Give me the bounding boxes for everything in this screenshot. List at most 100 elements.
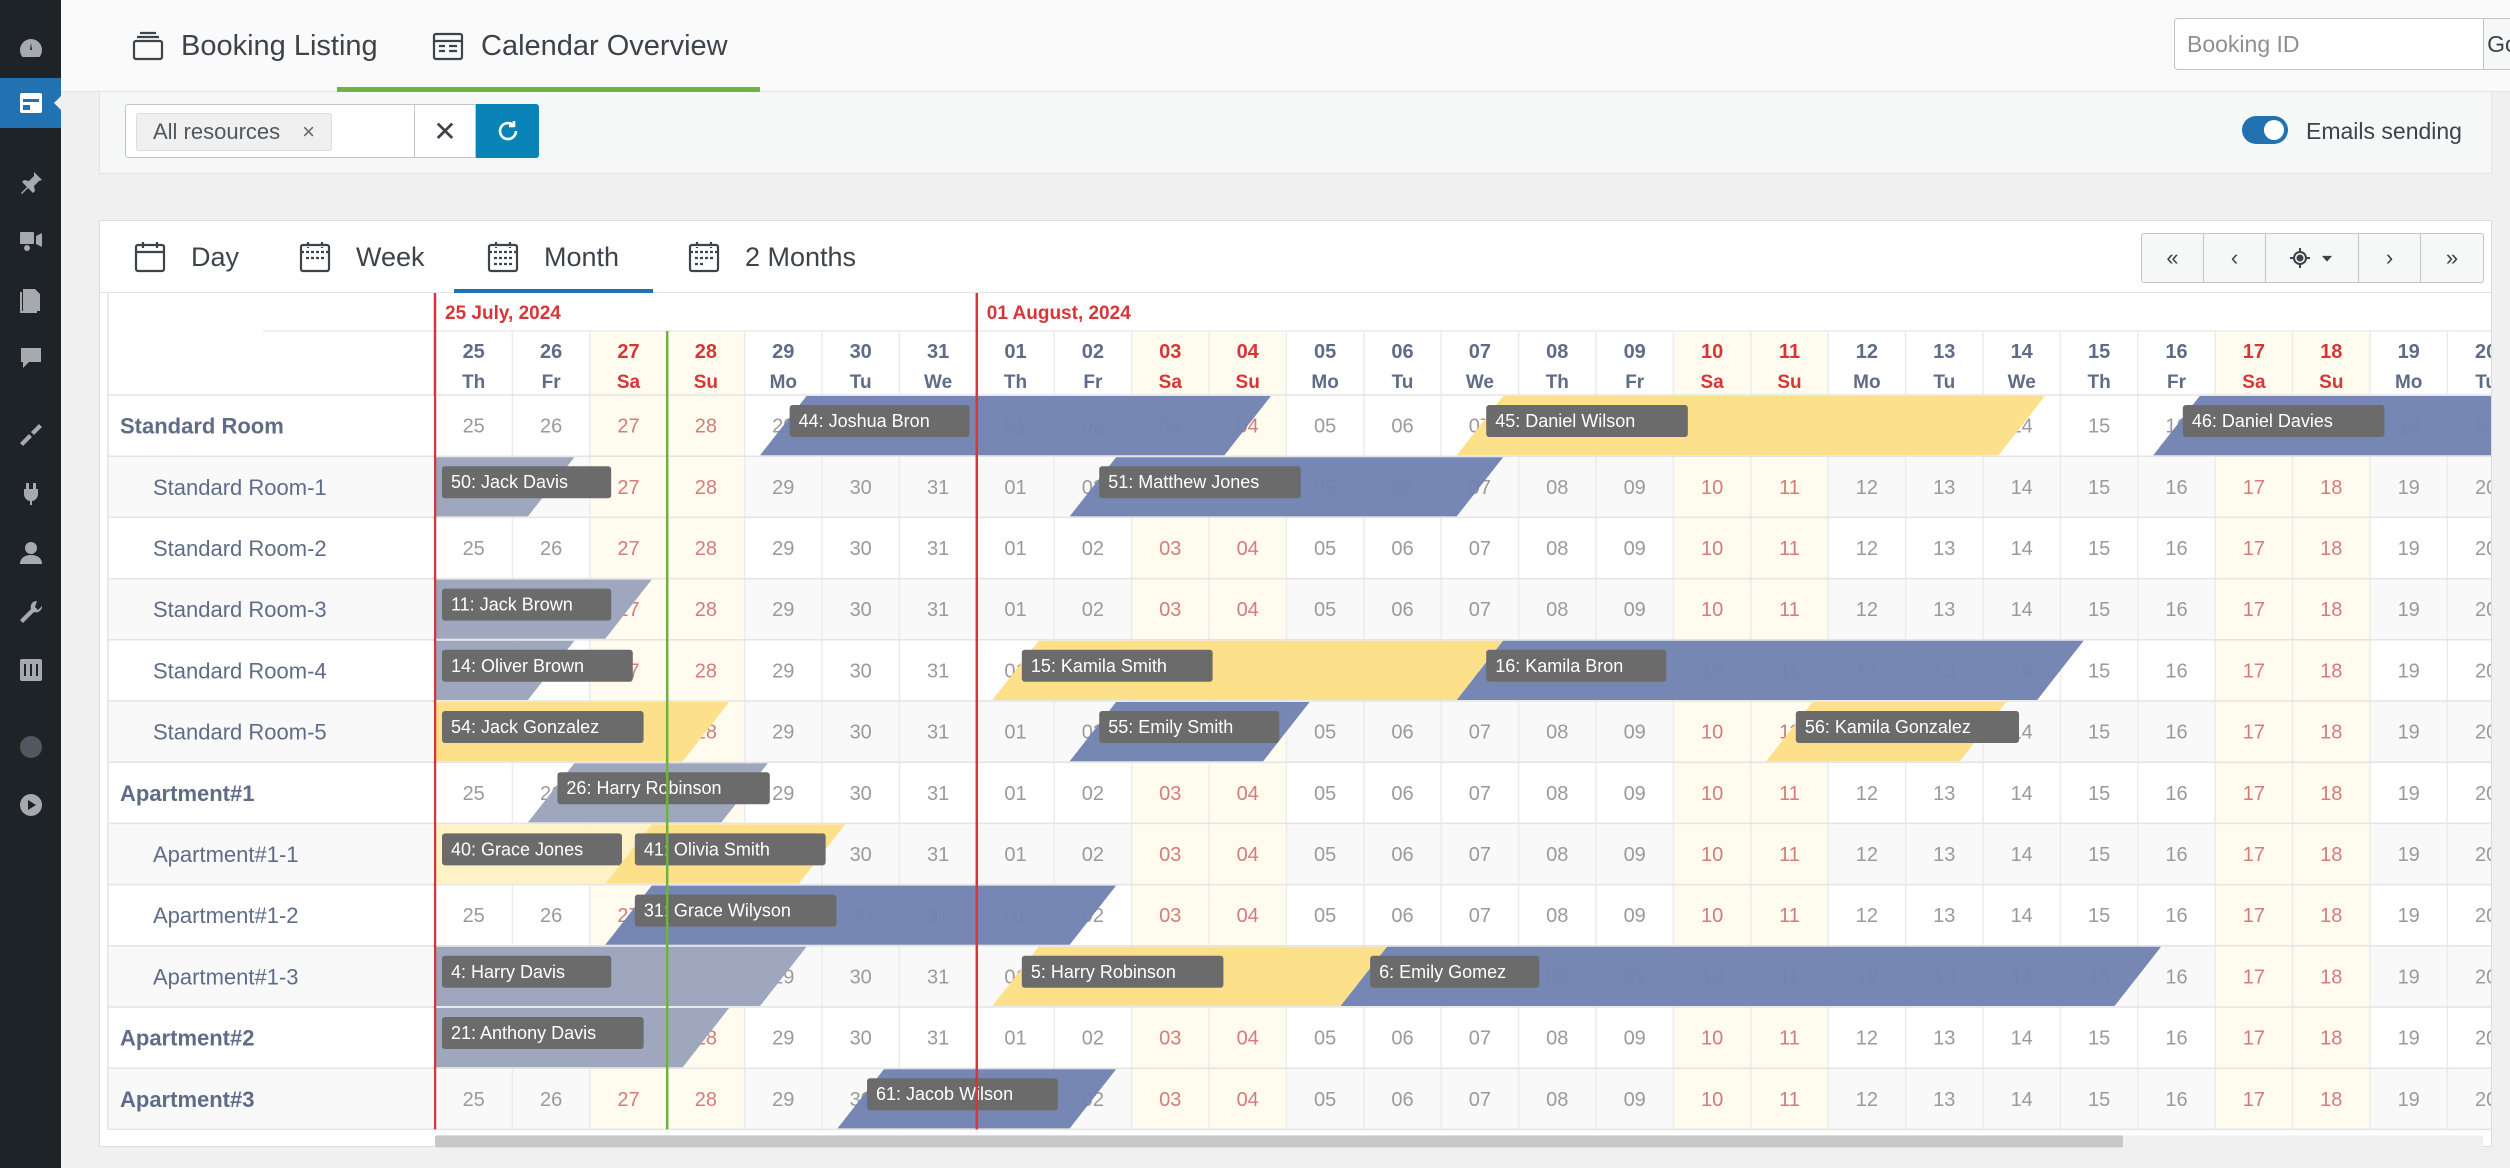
day-cell[interactable]: 29 — [772, 599, 794, 621]
day-cell[interactable]: 13 — [1933, 1028, 1955, 1050]
day-cell[interactable]: 08 — [1546, 538, 1568, 560]
day-cell[interactable]: 27 — [617, 538, 639, 560]
day-cell[interactable]: 18 — [2320, 538, 2342, 560]
tab-calendar-overview[interactable]: Calendar Overview — [337, 0, 760, 92]
day-cell[interactable]: 07 — [1469, 783, 1491, 805]
next-button[interactable]: › — [2359, 234, 2421, 282]
day-cell[interactable]: 19 — [2398, 660, 2420, 682]
sidebar-item-users[interactable] — [0, 528, 61, 578]
day-cell[interactable]: 06 — [1391, 538, 1413, 560]
day-cell[interactable]: 03 — [1159, 844, 1181, 866]
day-cell[interactable]: 13 — [1933, 538, 1955, 560]
booking-bar[interactable]: 51: Matthew Jones — [1069, 457, 1504, 517]
day-cell[interactable]: 09 — [1624, 844, 1646, 866]
sidebar-item-appearance[interactable] — [0, 410, 61, 460]
day-cell[interactable]: 18 — [2320, 660, 2342, 682]
day-cell[interactable]: 10 — [1701, 599, 1723, 621]
day-cell[interactable]: 10 — [1701, 905, 1723, 927]
day-cell[interactable]: 15 — [2088, 660, 2110, 682]
day-cell[interactable]: 05 — [1314, 722, 1336, 744]
booking-bar[interactable]: 46: Daniel Davies — [2153, 396, 2491, 456]
booking-bar[interactable]: 4: Harry Davis — [435, 946, 807, 1006]
day-cell[interactable]: 12 — [1856, 905, 1878, 927]
day-cell[interactable]: 05 — [1314, 783, 1336, 805]
day-cell[interactable]: 20 — [2475, 966, 2491, 988]
day-cell[interactable]: 28 — [695, 416, 717, 438]
refresh-button[interactable] — [476, 104, 539, 158]
day-cell[interactable]: 20 — [2475, 599, 2491, 621]
day-cell[interactable]: 07 — [1469, 722, 1491, 744]
day-cell[interactable]: 16 — [2165, 660, 2187, 682]
day-cell[interactable]: 30 — [850, 477, 872, 499]
day-cell[interactable]: 12 — [1856, 1028, 1878, 1050]
day-cell[interactable]: 15 — [2088, 844, 2110, 866]
tab-week[interactable]: Week — [298, 221, 425, 293]
day-cell[interactable]: 08 — [1546, 599, 1568, 621]
day-cell[interactable]: 09 — [1624, 905, 1646, 927]
day-cell[interactable]: 01 — [1004, 1028, 1026, 1050]
day-cell[interactable]: 08 — [1546, 722, 1568, 744]
go-button[interactable]: Go — [2483, 19, 2510, 69]
day-cell[interactable]: 28 — [695, 538, 717, 560]
day-cell[interactable]: 09 — [1624, 1028, 1646, 1050]
day-cell[interactable]: 15 — [2088, 599, 2110, 621]
day-cell[interactable]: 08 — [1546, 844, 1568, 866]
day-cell[interactable]: 28 — [695, 1089, 717, 1111]
day-cell[interactable]: 31 — [927, 1028, 949, 1050]
day-cell[interactable]: 15 — [2088, 477, 2110, 499]
day-cell[interactable]: 04 — [1237, 1089, 1259, 1111]
day-cell[interactable]: 27 — [617, 416, 639, 438]
day-cell[interactable]: 28 — [695, 477, 717, 499]
sidebar-item-dashboard[interactable] — [0, 24, 61, 74]
day-cell[interactable]: 02 — [1082, 1028, 1104, 1050]
day-cell[interactable]: 17 — [2243, 1028, 2265, 1050]
day-cell[interactable]: 12 — [1856, 1089, 1878, 1111]
day-cell[interactable]: 03 — [1159, 1089, 1181, 1111]
previous-button[interactable]: ‹ — [2204, 234, 2266, 282]
day-cell[interactable]: 14 — [2011, 538, 2033, 560]
day-cell[interactable]: 06 — [1391, 416, 1413, 438]
day-cell[interactable]: 06 — [1391, 599, 1413, 621]
day-cell[interactable]: 07 — [1469, 538, 1491, 560]
day-cell[interactable]: 08 — [1546, 477, 1568, 499]
day-cell[interactable]: 04 — [1237, 538, 1259, 560]
day-cell[interactable]: 02 — [1082, 599, 1104, 621]
day-cell[interactable]: 19 — [2398, 722, 2420, 744]
day-cell[interactable]: 11 — [1779, 538, 1800, 560]
day-cell[interactable]: 15 — [2088, 783, 2110, 805]
day-cell[interactable]: 13 — [1933, 905, 1955, 927]
day-cell[interactable]: 10 — [1701, 477, 1723, 499]
day-cell[interactable]: 11 — [1779, 477, 1800, 499]
day-cell[interactable]: 04 — [1237, 599, 1259, 621]
day-cell[interactable]: 29 — [772, 660, 794, 682]
tab-2-months[interactable]: 2 Months — [687, 221, 856, 293]
day-cell[interactable]: 05 — [1314, 538, 1336, 560]
day-cell[interactable]: 16 — [2165, 844, 2187, 866]
day-cell[interactable]: 13 — [1933, 1089, 1955, 1111]
day-cell[interactable]: 09 — [1624, 722, 1646, 744]
day-cell[interactable]: 12 — [1856, 538, 1878, 560]
day-cell[interactable]: 17 — [2243, 722, 2265, 744]
day-cell[interactable]: 19 — [2398, 966, 2420, 988]
day-cell[interactable]: 15 — [2088, 1028, 2110, 1050]
day-cell[interactable]: 30 — [850, 783, 872, 805]
day-cell[interactable]: 18 — [2320, 844, 2342, 866]
day-cell[interactable]: 11 — [1779, 905, 1800, 927]
day-cell[interactable]: 31 — [927, 538, 949, 560]
day-cell[interactable]: 10 — [1701, 1089, 1723, 1111]
day-cell[interactable]: 30 — [850, 844, 872, 866]
sidebar-item-calendar[interactable] — [0, 78, 62, 128]
day-cell[interactable]: 17 — [2243, 660, 2265, 682]
day-cell[interactable]: 17 — [2243, 966, 2265, 988]
day-cell[interactable]: 10 — [1701, 783, 1723, 805]
day-cell[interactable]: 04 — [1237, 844, 1259, 866]
day-cell[interactable]: 29 — [772, 783, 794, 805]
day-cell[interactable]: 01 — [1004, 722, 1026, 744]
day-cell[interactable]: 06 — [1391, 1089, 1413, 1111]
day-cell[interactable]: 15 — [2088, 416, 2110, 438]
last-page-button[interactable]: » — [2421, 234, 2483, 282]
day-cell[interactable]: 15 — [2088, 1089, 2110, 1111]
sidebar-item-pages[interactable] — [0, 275, 61, 325]
day-cell[interactable]: 18 — [2320, 1028, 2342, 1050]
day-cell[interactable]: 02 — [1082, 783, 1104, 805]
